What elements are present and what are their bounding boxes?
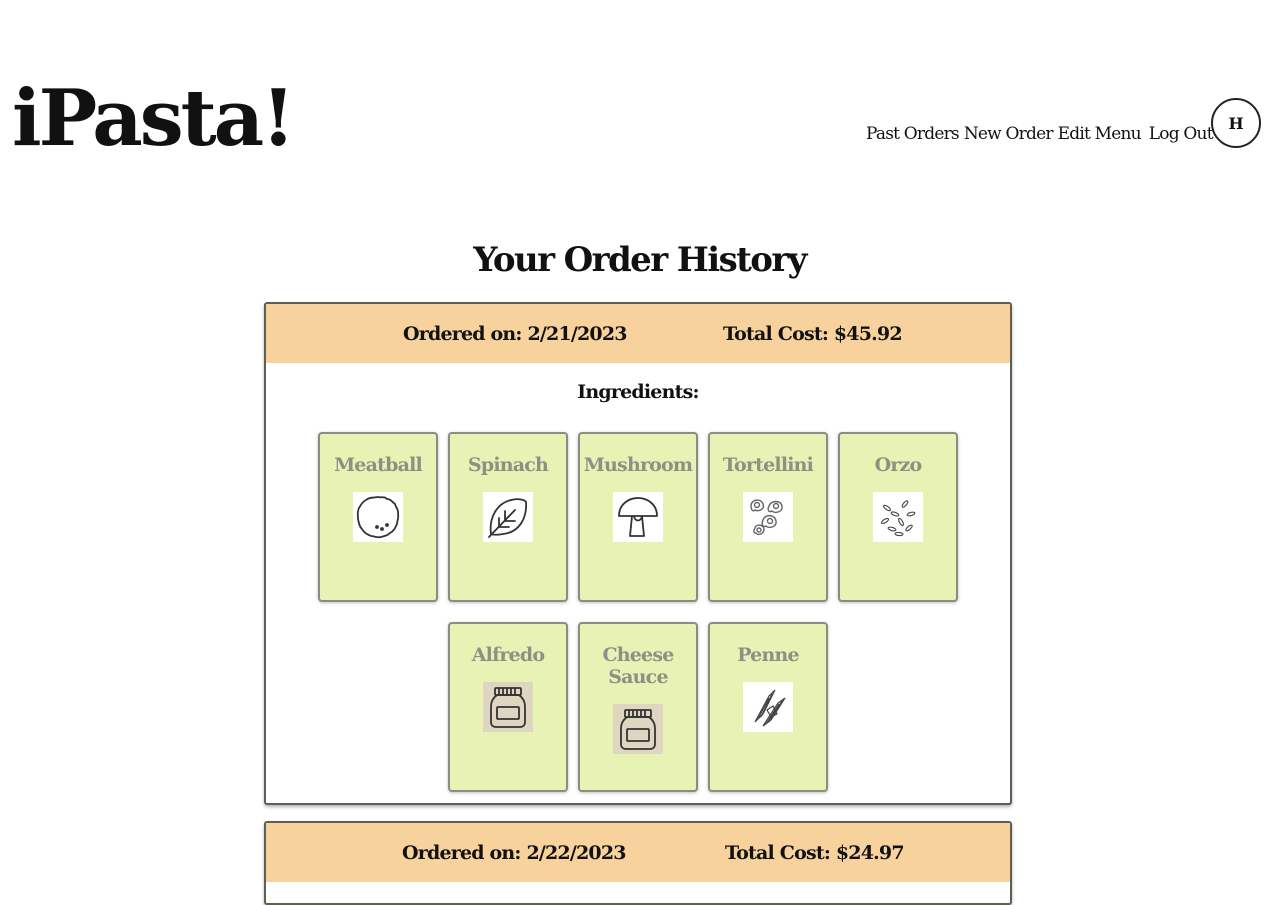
sauce-jar-icon (613, 704, 663, 754)
tortellini-icon (743, 492, 793, 542)
order-card: Ordered on: 2/22/2023 Total Cost: $24.97 (264, 821, 1012, 905)
ingredient-name: Orzo (874, 454, 923, 476)
order-card: Ordered on: 2/21/2023 Total Cost: $45.92… (264, 302, 1012, 805)
nav-past-orders[interactable]: Past Orders (866, 124, 960, 144)
page-title: Your Order History (473, 240, 807, 280)
ingredient-card-mushroom[interactable]: Mushroom (578, 432, 698, 602)
nav-edit-menu[interactable]: Edit Menu (1058, 124, 1142, 144)
ingredient-card-meatball[interactable]: Meatball (318, 432, 438, 602)
ingredient-card-alfredo[interactable]: Alfredo (448, 622, 568, 792)
ingredient-name: Cheese Sauce (602, 644, 674, 688)
ingredient-name: Alfredo (471, 644, 545, 666)
ingredient-name: Penne (737, 644, 799, 666)
ingredient-name: Meatball (334, 454, 423, 476)
ingredient-card-orzo[interactable]: Orzo (838, 432, 958, 602)
ingredients-heading: Ingredients: (577, 381, 699, 403)
order-header: Ordered on: 2/22/2023 Total Cost: $24.97 (266, 823, 1010, 882)
ingredient-card-cheese-sauce[interactable]: Cheese Sauce (578, 622, 698, 792)
order-total-cost: Total Cost: $45.92 (723, 323, 903, 345)
ingredient-row: Alfredo Cheese Sauce Penne (266, 622, 1010, 792)
main-nav: Past Orders New Order Edit Menu Log Out (866, 124, 1214, 144)
order-header: Ordered on: 2/21/2023 Total Cost: $45.92 (266, 304, 1010, 363)
ingredient-card-penne[interactable]: Penne (708, 622, 828, 792)
spinach-icon (483, 492, 533, 542)
user-avatar-button[interactable]: H (1211, 98, 1261, 148)
ingredient-card-tortellini[interactable]: Tortellini (708, 432, 828, 602)
nav-new-order[interactable]: New Order (964, 124, 1054, 144)
ingredient-name: Mushroom (583, 454, 693, 476)
order-total-cost: Total Cost: $24.97 (725, 842, 905, 864)
nav-log-out[interactable]: Log Out (1149, 124, 1214, 144)
ingredient-row: Meatball Spinach Mushroom Tortellini Orz… (266, 432, 1010, 602)
ingredient-name: Tortellini (722, 454, 814, 476)
penne-icon (743, 682, 793, 732)
orzo-icon (873, 492, 923, 542)
sauce-jar-icon (483, 682, 533, 732)
app-logo: iPasta! (12, 73, 295, 164)
order-date: Ordered on: 2/22/2023 (402, 842, 626, 864)
order-date: Ordered on: 2/21/2023 (403, 323, 627, 345)
meatball-icon (353, 492, 403, 542)
ingredient-name: Spinach (467, 454, 549, 476)
ingredient-card-spinach[interactable]: Spinach (448, 432, 568, 602)
mushroom-icon (613, 492, 663, 542)
